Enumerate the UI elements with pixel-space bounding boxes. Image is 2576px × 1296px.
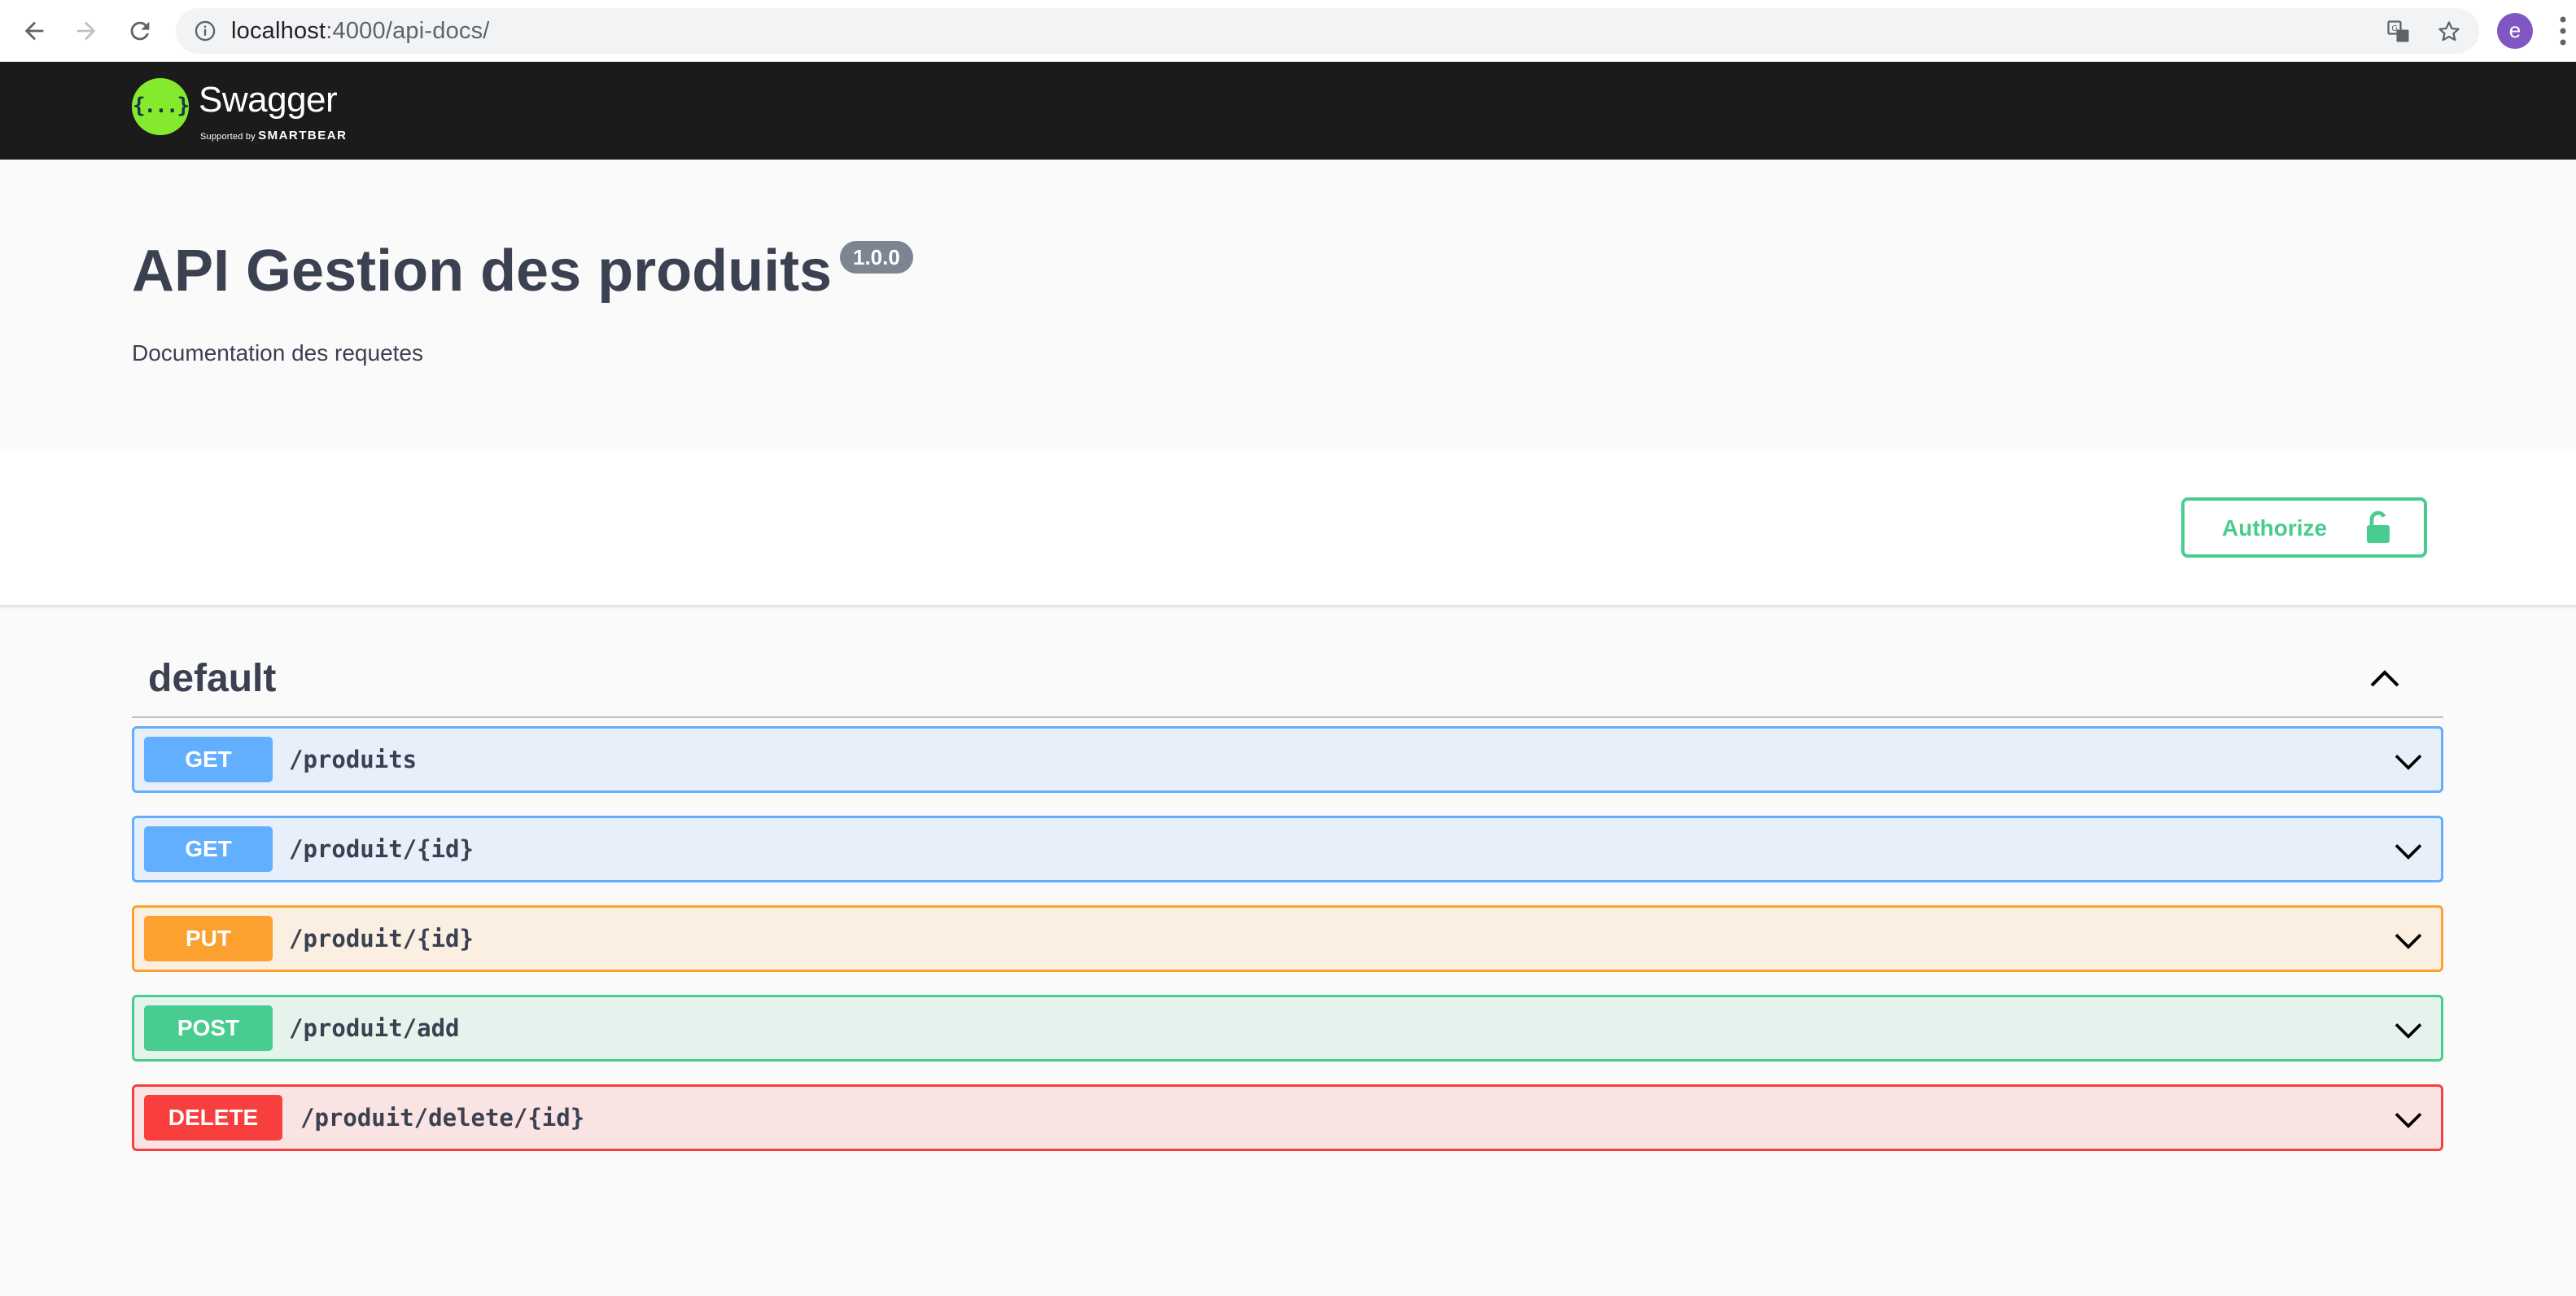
profile-avatar[interactable]: e <box>2497 13 2533 49</box>
opblock-post-produit-add[interactable]: POST /produit/add <box>132 995 2443 1062</box>
opblock-get-produit-id[interactable]: GET /produit/{id} <box>132 816 2443 882</box>
tagline-prefix: Supported by <box>200 132 259 142</box>
chevron-down-icon[interactable] <box>2392 1103 2425 1136</box>
endpoint-path: /produit/{id} <box>289 835 474 863</box>
chevron-up-icon[interactable] <box>2365 659 2404 698</box>
swagger-logo-icon[interactable]: {...} <box>132 78 190 135</box>
method-badge: GET <box>144 737 273 782</box>
opblock-delete-produit[interactable]: DELETE /produit/delete/{id} <box>132 1084 2443 1151</box>
opblock-get-produits[interactable]: GET /produits <box>132 726 2443 793</box>
scheme-container: Authorize <box>0 449 2576 605</box>
tag-section-header[interactable]: default <box>132 643 2443 718</box>
endpoint-path: /produits <box>289 746 418 773</box>
back-arrow-icon[interactable] <box>15 11 54 50</box>
chevron-down-icon[interactable] <box>2392 745 2425 777</box>
star-icon[interactable] <box>2437 20 2461 44</box>
method-badge: GET <box>144 826 273 872</box>
api-title: API Gestion des produits <box>132 239 833 304</box>
kebab-menu-icon[interactable] <box>2559 15 2567 47</box>
authorize-label: Authorize <box>2222 515 2328 541</box>
address-bar[interactable]: localhost:4000/api-docs/ G <box>176 8 2479 54</box>
tagline-brand: SMARTBEAR <box>258 129 348 142</box>
api-description: Documentation des requetes <box>132 340 423 366</box>
method-badge: DELETE <box>144 1095 282 1141</box>
tag-name: default <box>148 657 277 700</box>
svg-text:G: G <box>2391 24 2398 33</box>
endpoint-path: /produit/{id} <box>289 925 474 952</box>
swagger-logo-text[interactable]: Swagger <box>199 80 338 120</box>
url-path: :4000/api-docs/ <box>326 18 490 44</box>
opblock-put-produit-id[interactable]: PUT /produit/{id} <box>132 905 2443 972</box>
endpoint-path: /produit/add <box>289 1014 460 1042</box>
chevron-down-icon[interactable] <box>2392 924 2425 957</box>
smartbear-tagline: Supported by SMARTBEAR <box>200 129 347 142</box>
url-text: localhost:4000/api-docs/ <box>231 8 490 54</box>
info-icon[interactable] <box>194 20 216 42</box>
logo-mark: {...} <box>132 94 190 118</box>
method-badge: PUT <box>144 916 273 961</box>
url-host: localhost <box>231 18 326 44</box>
chevron-down-icon[interactable] <box>2392 834 2425 867</box>
authorize-button[interactable]: Authorize <box>2181 497 2427 558</box>
chevron-down-icon[interactable] <box>2392 1014 2425 1046</box>
version-badge: 1.0.0 <box>840 241 913 274</box>
browser-toolbar: localhost:4000/api-docs/ G e <box>0 0 2576 62</box>
endpoint-path: /produit/delete/{id} <box>300 1104 585 1132</box>
unlocked-icon <box>2367 510 2390 543</box>
reload-icon[interactable] <box>120 11 160 50</box>
forward-arrow-icon[interactable] <box>67 11 106 50</box>
method-badge: POST <box>144 1005 273 1051</box>
swagger-topbar: {...} Swagger Supported by SMARTBEAR <box>0 62 2576 160</box>
translate-icon[interactable]: G <box>2386 20 2411 44</box>
api-info-section: API Gestion des produits 1.0.0 Documenta… <box>0 160 2576 449</box>
